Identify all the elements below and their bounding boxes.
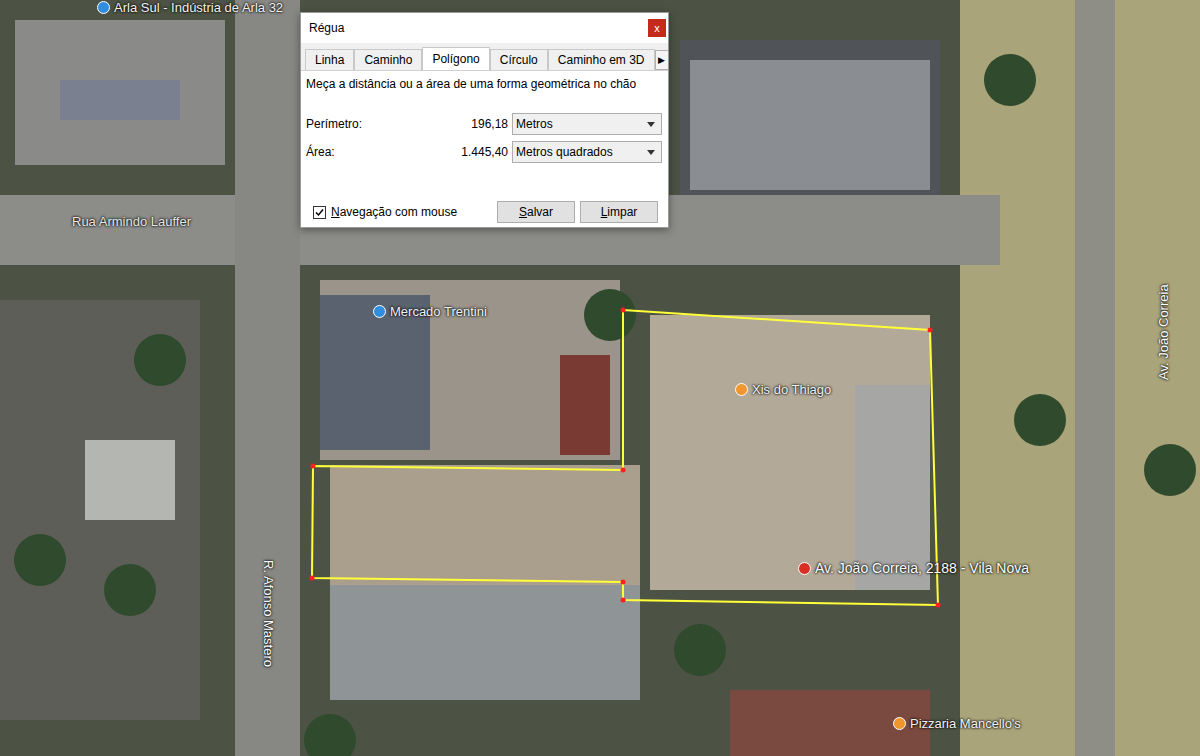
- measurement-row: Perímetro: 196,18 Metros: [306, 113, 660, 135]
- unit-select[interactable]: Metros: [512, 113, 662, 135]
- mouse-navigation-checkbox[interactable]: [313, 206, 326, 219]
- polygon-vertex[interactable]: [621, 308, 626, 313]
- title-bar: Régua x: [301, 13, 668, 43]
- dropdown-arrow-icon: [647, 150, 655, 155]
- tab[interactable]: Linha: [305, 49, 354, 71]
- polygon-vertex[interactable]: [311, 464, 316, 469]
- map-label[interactable]: Rua Armindo Lauffer: [72, 214, 191, 229]
- tab-scroll-button[interactable]: ▶: [655, 50, 669, 70]
- map-label[interactable]: Arla Sul - Indústria de Arla 32: [97, 0, 283, 15]
- polygon-vertex[interactable]: [621, 468, 626, 473]
- place-marker-icon[interactable]: [735, 383, 748, 396]
- checkbox-label[interactable]: Navegação com mouse: [331, 205, 492, 219]
- map-view[interactable]: Arla Sul - Indústria de Arla 32 Rua Armin…: [0, 0, 1200, 756]
- dialog-body: Meça a distância ou a área de uma forma …: [301, 71, 668, 171]
- polygon-vertex[interactable]: [621, 598, 626, 603]
- map-label[interactable]: R. Afonso Mastero: [261, 560, 276, 667]
- check-icon: [315, 208, 324, 217]
- tab[interactable]: Caminho: [354, 49, 422, 71]
- dropdown-arrow-icon: [647, 122, 655, 127]
- measurement-value: 196,18: [410, 117, 508, 131]
- unit-select[interactable]: Metros quadrados: [512, 141, 662, 163]
- map-label[interactable]: Mercado Trentini: [373, 304, 487, 319]
- measurement-row: Área: 1.445,40 Metros quadrados: [306, 141, 660, 163]
- polygon-vertex[interactable]: [936, 603, 941, 608]
- polygon-vertex[interactable]: [928, 328, 933, 333]
- tab[interactable]: Polígono: [422, 47, 489, 71]
- measurement-label: Área:: [306, 145, 406, 159]
- dialog-footer: Navegação com mouse SalvarLimpar: [301, 171, 668, 227]
- map-label[interactable]: Av. João Correia: [1156, 284, 1171, 380]
- polygon-vertex[interactable]: [621, 580, 626, 585]
- tab-bar: LinhaCaminhoPolígonoCírculoCaminho em 3D…: [301, 43, 668, 71]
- tab[interactable]: Círculo: [490, 49, 548, 71]
- place-marker-icon[interactable]: [373, 305, 386, 318]
- map-label[interactable]: Av. João Correia, 2188 - Vila Nova: [798, 560, 1029, 576]
- description: Meça a distância ou a área de uma forma …: [306, 77, 660, 107]
- map-label[interactable]: Pizzaria Mancello's: [893, 716, 1021, 731]
- measurement-value: 1.445,40: [410, 145, 508, 159]
- map-label[interactable]: Xis do Thiago: [735, 382, 831, 397]
- dialog-title: Régua: [309, 21, 344, 35]
- dialog-button[interactable]: Salvar: [497, 201, 575, 223]
- place-marker-icon[interactable]: [97, 1, 110, 14]
- polygon-vertex[interactable]: [310, 576, 315, 581]
- dialog-button[interactable]: Limpar: [580, 201, 658, 223]
- tab[interactable]: Caminho em 3D: [548, 49, 655, 71]
- ruler-dialog: Régua x LinhaCaminhoPolígonoCírculoCaminho…: [300, 12, 669, 228]
- close-button[interactable]: x: [648, 19, 666, 37]
- place-marker-icon[interactable]: [893, 717, 906, 730]
- measurement-label: Perímetro:: [306, 117, 406, 131]
- place-marker-icon[interactable]: [798, 562, 811, 575]
